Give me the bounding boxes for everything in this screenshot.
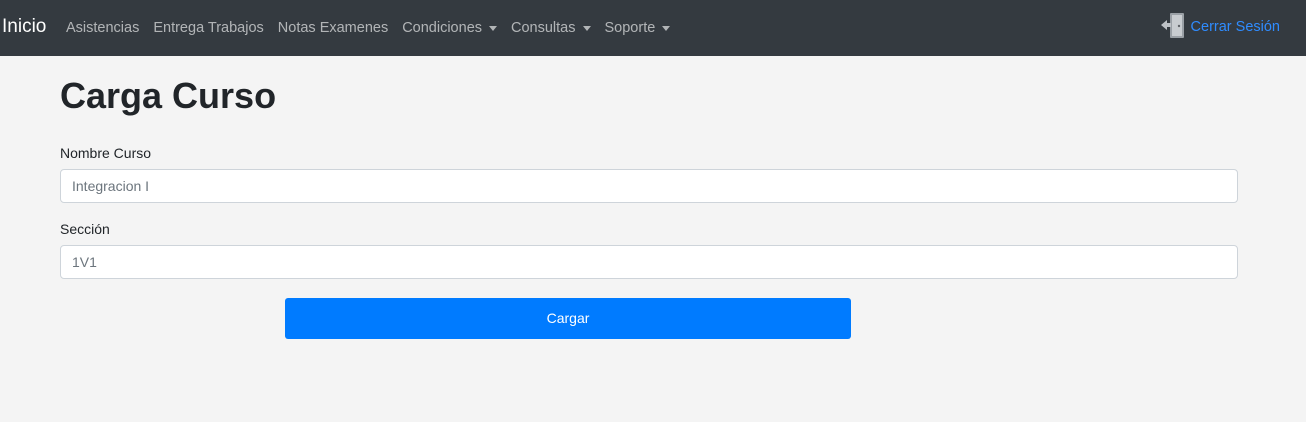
nav-link-entrega-trabajos[interactable]: Entrega Trabajos: [146, 18, 270, 38]
door-exit-icon: [1159, 10, 1187, 45]
nav-link-label: Condiciones: [402, 20, 483, 36]
cargar-button[interactable]: Cargar: [285, 298, 851, 339]
page-title: Carga Curso: [60, 75, 277, 116]
logout-link[interactable]: Cerrar Sesión: [1159, 12, 1280, 42]
logout-label: Cerrar Sesión: [1190, 19, 1280, 35]
nombre-curso-label: Nombre Curso: [60, 145, 152, 161]
top-navbar: Inicio Asistencias Entrega Trabajos Nota…: [0, 0, 1306, 56]
nav-link-label: Soporte: [604, 20, 656, 36]
caret-down-icon: [582, 25, 591, 31]
nav-dropdown-condiciones[interactable]: Condiciones: [395, 18, 504, 38]
nav-link-notas-examenes[interactable]: Notas Examenes: [271, 18, 395, 38]
caret-down-icon: [662, 25, 671, 31]
seccion-input[interactable]: [60, 245, 1238, 279]
nombre-curso-input[interactable]: [60, 169, 1238, 203]
caret-down-icon: [489, 25, 498, 31]
nav-link-label: Consultas: [511, 20, 576, 36]
brand-link[interactable]: Inicio: [2, 15, 46, 39]
nav-link-label: Notas Examenes: [277, 20, 389, 36]
nav-dropdown-consultas[interactable]: Consultas: [504, 18, 597, 38]
seccion-label: Sección: [60, 221, 110, 237]
nav-link-asistencias[interactable]: Asistencias: [59, 18, 146, 38]
nav-link-label: Entrega Trabajos: [153, 20, 264, 36]
nav-dropdown-soporte[interactable]: Soporte: [598, 18, 678, 38]
nav-links: Asistencias Entrega Trabajos Notas Exame…: [59, 0, 677, 56]
nav-link-label: Asistencias: [66, 20, 140, 36]
